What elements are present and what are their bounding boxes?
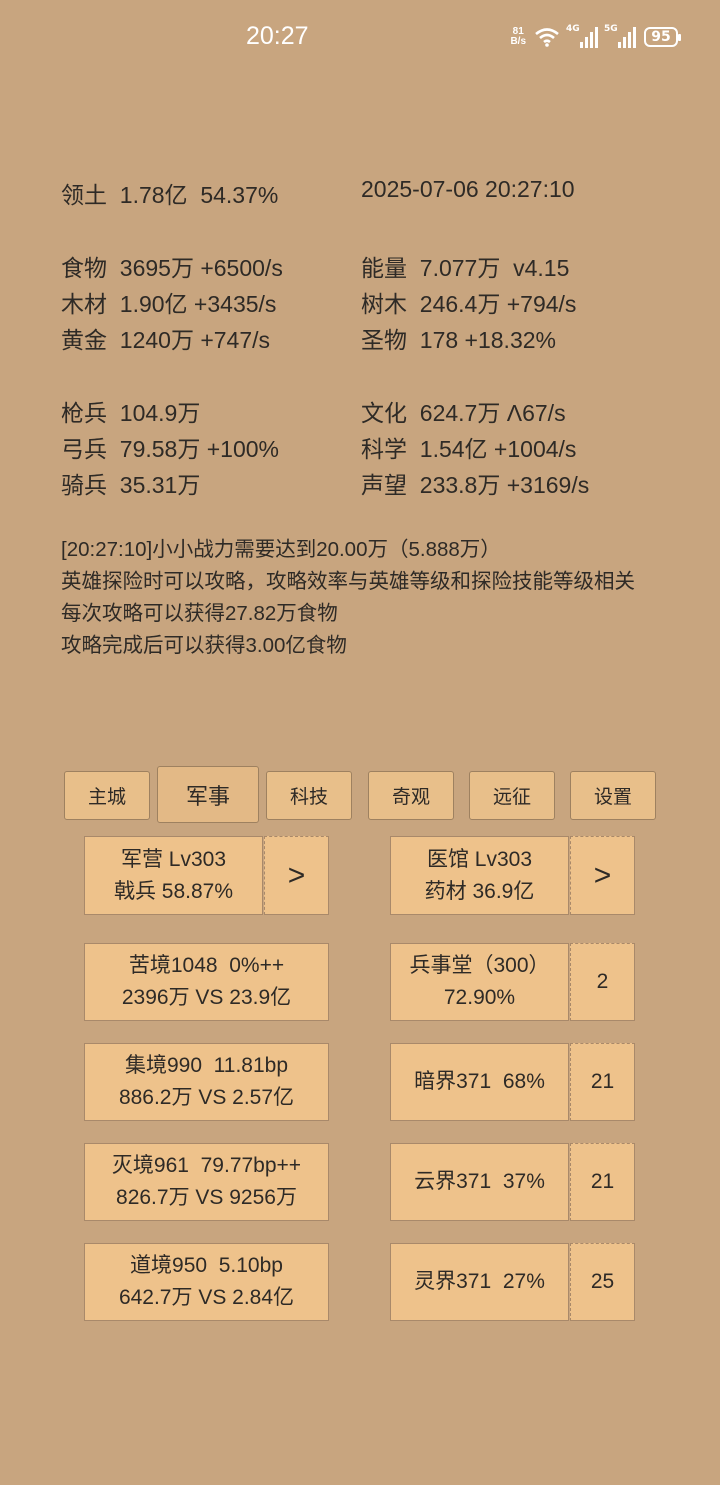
stat-territory: 领土 1.78亿 54.37% bbox=[61, 182, 279, 208]
stat-wood: 木材 1.90亿 +3435/s bbox=[61, 291, 277, 317]
message-log: [20:27:10]小小战力需要达到20.00万（5.888万） 英雄探险时可以… bbox=[61, 534, 661, 662]
wifi-icon bbox=[535, 28, 559, 47]
realm-button-daojing[interactable]: 道境950 5.10bp 642.7万 VS 2.84亿 bbox=[84, 1243, 329, 1321]
military-hall-button[interactable]: 兵事堂（300） 72.90% bbox=[390, 943, 569, 1021]
tab-main-city[interactable]: 主城 bbox=[64, 771, 150, 820]
cloud-realm-count-button[interactable]: 21 bbox=[570, 1143, 635, 1221]
stat-archers: 弓兵 79.58万 +100% bbox=[61, 436, 279, 462]
cloud-realm-button[interactable]: 云界371 37% bbox=[390, 1143, 569, 1221]
stat-datetime: 2025-07-06 20:27:10 bbox=[361, 176, 575, 202]
stat-energy: 能量 7.077万 v4.15 bbox=[361, 255, 570, 281]
tab-military[interactable]: 军事 bbox=[157, 766, 259, 823]
dark-realm-button[interactable]: 暗界371 68% bbox=[390, 1043, 569, 1121]
stat-gold: 黄金 1240万 +747/s bbox=[61, 327, 271, 353]
stat-science: 科学 1.54亿 +1004/s bbox=[361, 436, 577, 462]
clinic-next-button[interactable]: > bbox=[570, 836, 635, 915]
message-line: [20:27:10]小小战力需要达到20.00万（5.888万） bbox=[61, 538, 501, 561]
system-icons: 81 B/s 4G 5G 95 bbox=[510, 22, 681, 52]
cellular-signal-icon: 5G bbox=[604, 24, 636, 48]
stat-relics: 圣物 178 +18.32% bbox=[361, 327, 556, 353]
message-line: 每次攻略可以获得27.82万食物 bbox=[61, 602, 338, 625]
tab-settings[interactable]: 设置 bbox=[570, 771, 656, 820]
message-line: 攻略完成后可以获得3.00亿食物 bbox=[61, 634, 347, 657]
stat-spearmen: 枪兵 104.9万 bbox=[61, 400, 201, 426]
military-hall-count-button[interactable]: 2 bbox=[570, 943, 635, 1021]
tab-expedition[interactable]: 远征 bbox=[469, 771, 555, 820]
network-speed: 81 B/s bbox=[510, 26, 526, 47]
cellular-signal-icon: 4G bbox=[566, 24, 598, 48]
realm-button-kujing[interactable]: 苦境1048 0%++ 2396万 VS 23.9亿 bbox=[84, 943, 329, 1021]
stat-trees: 树木 246.4万 +794/s bbox=[361, 291, 577, 317]
dark-realm-count-button[interactable]: 21 bbox=[570, 1043, 635, 1121]
clock: 20:27 bbox=[246, 22, 309, 50]
barracks-next-button[interactable]: > bbox=[264, 836, 329, 915]
tab-wonders[interactable]: 奇观 bbox=[368, 771, 454, 820]
battery-icon: 95 bbox=[644, 27, 681, 47]
message-line: 英雄探险时可以攻略，攻略效率与英雄等级和探险技能等级相关 bbox=[61, 570, 635, 593]
realm-button-jijing[interactable]: 集境990 11.81bp 886.2万 VS 2.57亿 bbox=[84, 1043, 329, 1121]
tab-tech[interactable]: 科技 bbox=[266, 771, 352, 820]
clinic-button[interactable]: 医馆 Lv303 药材 36.9亿 bbox=[390, 836, 569, 915]
stat-culture: 文化 624.7万 Λ67/s bbox=[361, 400, 566, 426]
stat-cavalry: 骑兵 35.31万 bbox=[61, 472, 201, 498]
stat-prestige: 声望 233.8万 +3169/s bbox=[361, 472, 590, 498]
stat-food: 食物 3695万 +6500/s bbox=[61, 255, 283, 281]
barracks-button[interactable]: 军营 Lv303 戟兵 58.87% bbox=[84, 836, 263, 915]
realm-button-miejing[interactable]: 灭境961 79.77bp++ 826.7万 VS 9256万 bbox=[84, 1143, 329, 1221]
status-bar: 20:27 81 B/s 4G 5G 95 bbox=[0, 0, 720, 75]
spirit-realm-button[interactable]: 灵界371 27% bbox=[390, 1243, 569, 1321]
spirit-realm-count-button[interactable]: 25 bbox=[570, 1243, 635, 1321]
